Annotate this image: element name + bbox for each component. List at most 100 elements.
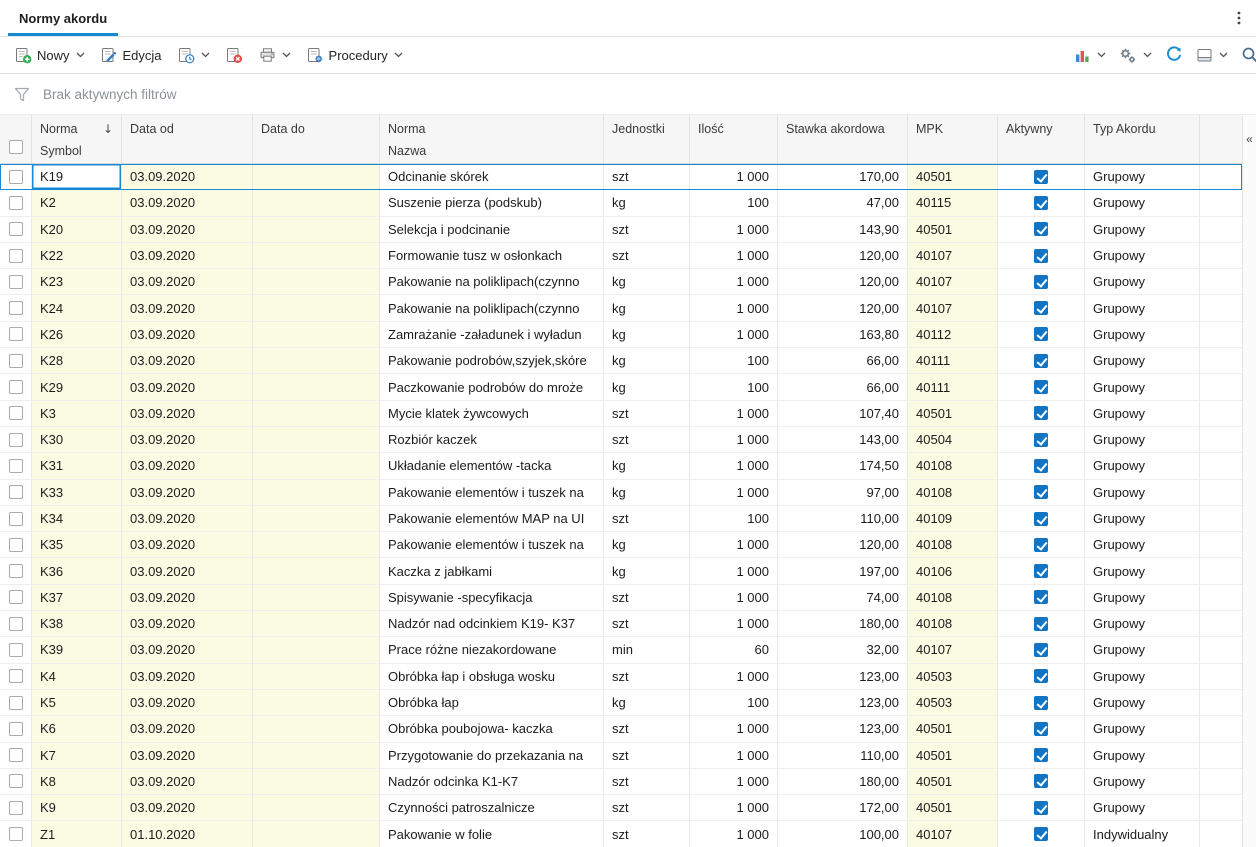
row-select-checkbox[interactable] xyxy=(9,538,23,552)
cell-data-do[interactable] xyxy=(253,401,380,427)
column-header-norma-symbol[interactable]: Norma ↓ Symbol xyxy=(32,115,122,163)
cell-typ-akordu[interactable]: Grupowy xyxy=(1085,269,1200,295)
cell-stawka[interactable]: 47,00 xyxy=(778,190,908,216)
cell-ilosc[interactable]: 1 000 xyxy=(690,558,778,584)
column-header-mpk[interactable]: MPK xyxy=(908,115,998,163)
layout-panel-button[interactable] xyxy=(1191,43,1233,68)
row-select-checkbox[interactable] xyxy=(9,485,23,499)
cell-stawka[interactable]: 143,90 xyxy=(778,217,908,243)
print-button[interactable] xyxy=(252,43,298,68)
cell-nazwa[interactable]: Pakowanie na poliklipach(czynno xyxy=(380,295,604,321)
row-select-checkbox[interactable] xyxy=(9,564,23,578)
row-select-checkbox[interactable] xyxy=(9,643,23,657)
cell-stawka[interactable]: 180,00 xyxy=(778,769,908,795)
cell-ilosc[interactable]: 1 000 xyxy=(690,427,778,453)
cell-jednostki[interactable]: kg xyxy=(604,532,690,558)
column-header-norma-nazwa[interactable]: Norma Nazwa xyxy=(380,115,604,163)
cell-jednostki[interactable]: szt xyxy=(604,164,690,190)
column-header-typ-akordu[interactable]: Typ Akordu xyxy=(1085,115,1200,163)
cell-mpk[interactable]: 40111 xyxy=(908,348,998,374)
cell-typ-akordu[interactable]: Grupowy xyxy=(1085,585,1200,611)
row-select-checkbox[interactable] xyxy=(9,801,23,815)
cell-stawka[interactable]: 66,00 xyxy=(778,374,908,400)
cell-mpk[interactable]: 40504 xyxy=(908,427,998,453)
cell-typ-akordu[interactable]: Grupowy xyxy=(1085,217,1200,243)
cell-jednostki[interactable]: kg xyxy=(604,269,690,295)
cell-stawka[interactable]: 74,00 xyxy=(778,585,908,611)
cell-nazwa[interactable]: Pakowanie elementów i tuszek na xyxy=(380,480,604,506)
aktywny-checkbox[interactable] xyxy=(1034,380,1048,394)
cell-typ-akordu[interactable]: Grupowy xyxy=(1085,295,1200,321)
cell-nazwa[interactable]: Suszenie pierza (podskub) xyxy=(380,190,604,216)
cell-ilosc[interactable]: 100 xyxy=(690,690,778,716)
cell-data-do[interactable] xyxy=(253,453,380,479)
cell-data-od[interactable]: 03.09.2020 xyxy=(122,348,253,374)
cell-typ-akordu[interactable]: Grupowy xyxy=(1085,690,1200,716)
table-row[interactable]: K603.09.2020Obróbka poubojowa- kaczkaszt… xyxy=(0,716,1242,742)
row-select-checkbox[interactable] xyxy=(9,722,23,736)
select-all-checkbox[interactable] xyxy=(9,140,23,154)
table-row[interactable]: K3803.09.2020Nadzór nad odcinkiem K19- K… xyxy=(0,611,1242,637)
cell-nazwa[interactable]: Przygotowanie do przekazania na xyxy=(380,743,604,769)
cell-mpk[interactable]: 40108 xyxy=(908,480,998,506)
aktywny-checkbox[interactable] xyxy=(1034,354,1048,368)
cell-stawka[interactable]: 100,00 xyxy=(778,821,908,847)
column-header-data-od[interactable]: Data od xyxy=(122,115,253,163)
cell-symbol[interactable]: K35 xyxy=(32,532,122,558)
cell-ilosc[interactable]: 1 000 xyxy=(690,716,778,742)
column-header-ilosc[interactable]: Ilość xyxy=(690,115,778,163)
cell-data-od[interactable]: 03.09.2020 xyxy=(122,190,253,216)
cell-ilosc[interactable]: 1 000 xyxy=(690,217,778,243)
cell-jednostki[interactable]: szt xyxy=(604,743,690,769)
cell-nazwa[interactable]: Pakowanie na poliklipach(czynno xyxy=(380,269,604,295)
cell-data-do[interactable] xyxy=(253,690,380,716)
cell-nazwa[interactable]: Paczkowanie podrobów do mroże xyxy=(380,374,604,400)
cell-jednostki[interactable]: szt xyxy=(604,401,690,427)
cell-mpk[interactable]: 40501 xyxy=(908,164,998,190)
cell-mpk[interactable]: 40501 xyxy=(908,401,998,427)
cell-typ-akordu[interactable]: Grupowy xyxy=(1085,374,1200,400)
aktywny-checkbox[interactable] xyxy=(1034,275,1048,289)
table-row[interactable]: K3103.09.2020Układanie elementów -tackak… xyxy=(0,453,1242,479)
cell-stawka[interactable]: 110,00 xyxy=(778,743,908,769)
cell-stawka[interactable]: 180,00 xyxy=(778,611,908,637)
row-select-checkbox[interactable] xyxy=(9,748,23,762)
aktywny-checkbox[interactable] xyxy=(1034,406,1048,420)
aktywny-checkbox[interactable] xyxy=(1034,696,1048,710)
table-row[interactable]: K2303.09.2020Pakowanie na poliklipach(cz… xyxy=(0,269,1242,295)
cell-symbol[interactable]: K24 xyxy=(32,295,122,321)
cell-typ-akordu[interactable]: Grupowy xyxy=(1085,322,1200,348)
cell-nazwa[interactable]: Obróbka łap xyxy=(380,690,604,716)
cell-mpk[interactable]: 40115 xyxy=(908,190,998,216)
cell-stawka[interactable]: 32,00 xyxy=(778,637,908,663)
cell-stawka[interactable]: 123,00 xyxy=(778,690,908,716)
cell-jednostki[interactable]: szt xyxy=(604,585,690,611)
cell-symbol[interactable]: K6 xyxy=(32,716,122,742)
table-row[interactable]: K3503.09.2020Pakowanie elementów i tusze… xyxy=(0,532,1242,558)
cell-jednostki[interactable]: szt xyxy=(604,506,690,532)
cell-data-do[interactable] xyxy=(253,243,380,269)
cell-mpk[interactable]: 40106 xyxy=(908,558,998,584)
row-select-checkbox[interactable] xyxy=(9,275,23,289)
row-select-checkbox[interactable] xyxy=(9,380,23,394)
aktywny-checkbox[interactable] xyxy=(1034,722,1048,736)
table-row[interactable]: K1903.09.2020Odcinanie skórekszt1 000170… xyxy=(0,164,1242,190)
cell-ilosc[interactable]: 1 000 xyxy=(690,295,778,321)
cell-data-od[interactable]: 03.09.2020 xyxy=(122,217,253,243)
row-select-checkbox[interactable] xyxy=(9,459,23,473)
cell-nazwa[interactable]: Czynności patroszalnicze xyxy=(380,795,604,821)
cell-symbol[interactable]: K36 xyxy=(32,558,122,584)
aktywny-checkbox[interactable] xyxy=(1034,327,1048,341)
cell-data-do[interactable] xyxy=(253,795,380,821)
cell-mpk[interactable]: 40107 xyxy=(908,269,998,295)
cell-jednostki[interactable]: szt xyxy=(604,795,690,821)
cell-mpk[interactable]: 40503 xyxy=(908,664,998,690)
cell-symbol[interactable]: K3 xyxy=(32,401,122,427)
cell-typ-akordu[interactable]: Grupowy xyxy=(1085,611,1200,637)
cell-typ-akordu[interactable]: Grupowy xyxy=(1085,453,1200,479)
cell-data-od[interactable]: 03.09.2020 xyxy=(122,532,253,558)
cell-jednostki[interactable]: szt xyxy=(604,716,690,742)
column-header-stawka[interactable]: Stawka akordowa xyxy=(778,115,908,163)
settings-gears-button[interactable] xyxy=(1114,43,1157,68)
tab-overflow-menu-button[interactable] xyxy=(1228,7,1250,29)
